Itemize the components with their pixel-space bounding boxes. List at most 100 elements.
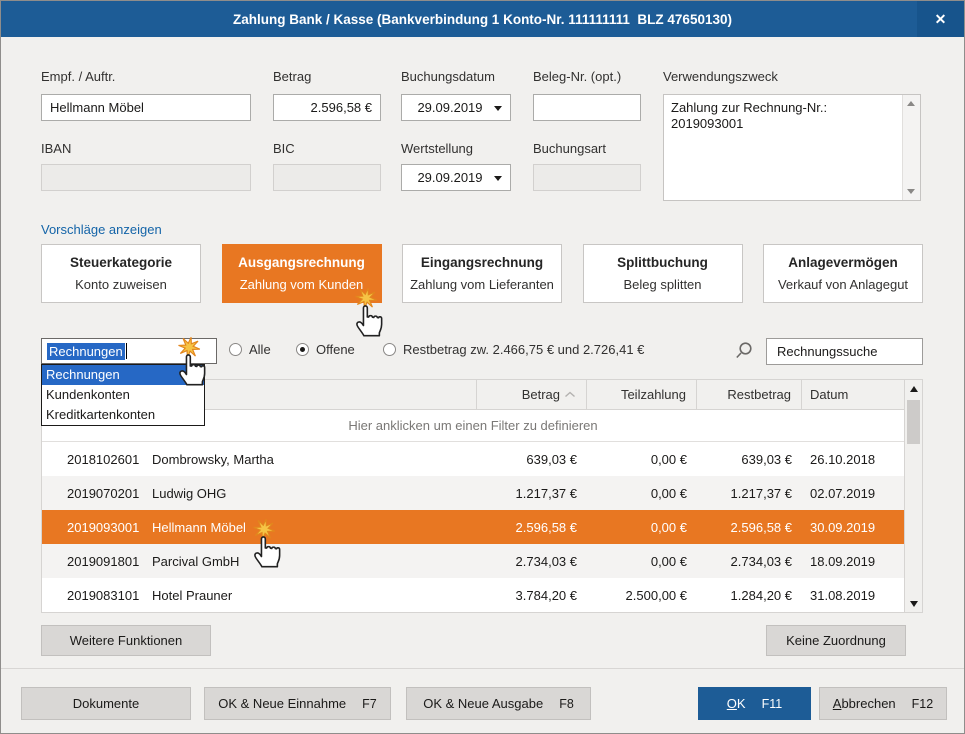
ok-label: OK xyxy=(726,696,746,711)
bic-input xyxy=(273,164,381,191)
dokumente-label: Dokumente xyxy=(72,696,140,711)
wertstellung-dropdown-icon[interactable] xyxy=(494,176,502,181)
cell-teilzahlung: 0,00 € xyxy=(650,451,687,467)
ok-neue-ausgabe-key: F8 xyxy=(559,696,574,711)
wertstellung-value: 29.09.2019 xyxy=(417,170,483,185)
empf-input[interactable]: Hellmann Möbel xyxy=(41,94,251,121)
ausgangsrechnung-button[interactable]: Ausgangsrechnung Zahlung vom Kunden xyxy=(221,244,382,303)
eingangsrechnung-button[interactable]: Eingangsrechnung Zahlung vom Lieferanten xyxy=(402,244,562,303)
cell-datum: 31.08.2019 xyxy=(810,587,876,603)
category-subtitle: Beleg splitten xyxy=(623,277,702,292)
cell-teilzahlung: 0,00 € xyxy=(650,485,687,501)
wertstellung-label: Wertstellung xyxy=(401,141,474,156)
cell-name: Hotel Prauner xyxy=(152,587,233,603)
combobox-selected-text: Rechnungen xyxy=(47,342,125,360)
scroll-down-icon xyxy=(909,600,918,607)
dropdown-option-rechnungen[interactable]: Rechnungen xyxy=(42,365,204,385)
radio-offene[interactable]: Offene xyxy=(296,342,355,357)
table-row[interactable]: 2019083101 Hotel Prauner 3.784,20 € 2.50… xyxy=(42,578,904,612)
cell-nr: 2019091801 xyxy=(67,553,140,569)
abbrechen-button[interactable]: Abbrechen F12 xyxy=(819,687,947,720)
cell-datum: 18.09.2019 xyxy=(810,553,876,569)
footer-divider xyxy=(1,668,964,669)
rechnungssuche-input[interactable]: Rechnungssuche xyxy=(766,338,923,365)
ok-neue-einnahme-key: F7 xyxy=(362,696,377,711)
scroll-down-button[interactable] xyxy=(905,595,922,612)
scrollbar-thumb[interactable] xyxy=(907,400,920,444)
buchungsdatum-dropdown-icon[interactable] xyxy=(494,106,502,111)
betrag-value: 2.596,58 € xyxy=(310,100,372,115)
cell-betrag: 1.217,37 € xyxy=(515,485,577,501)
verwendungszweck-scrollbar[interactable] xyxy=(902,95,920,200)
column-header-teilzahlung[interactable]: Teilzahlung xyxy=(587,380,697,409)
payment-dialog: Zahlung Bank / Kasse (Bankverbindung 1 K… xyxy=(0,0,965,734)
cell-teilzahlung: 2.500,00 € xyxy=(625,587,687,603)
column-header-datum-label: Datum xyxy=(810,387,849,402)
ok-button[interactable]: OK F11 xyxy=(698,687,811,720)
scroll-up-icon[interactable] xyxy=(907,101,915,106)
splittbuchung-button[interactable]: Splittbuchung Beleg splitten xyxy=(582,244,743,303)
cell-betrag: 2.734,03 € xyxy=(515,553,577,569)
betrag-label: Betrag xyxy=(273,69,312,84)
dropdown-option-kreditkartenkonten[interactable]: Kreditkartenkonten xyxy=(42,405,204,425)
rechnungssuche-value: Rechnungssuche xyxy=(777,344,878,359)
column-header-datum[interactable]: Datum xyxy=(802,380,904,409)
category-title: Eingangsrechnung xyxy=(420,255,544,270)
table-row-selected[interactable]: 2019093001 Hellmann Möbel 2.596,58 € 0,0… xyxy=(42,510,904,544)
anlagevermoegen-button[interactable]: Anlagevermögen Verkauf von Anlagegut xyxy=(763,244,923,303)
table-scrollbar[interactable] xyxy=(904,380,922,612)
cell-restbetrag: 1.217,37 € xyxy=(730,485,792,501)
buchungsdatum-input[interactable]: 29.09.2019 xyxy=(401,94,511,121)
ok-neue-ausgabe-button[interactable]: OK & Neue Ausgabe F8 xyxy=(406,687,591,720)
scroll-up-button[interactable] xyxy=(905,380,922,397)
close-icon: ✕ xyxy=(934,10,947,27)
table-row[interactable]: 2019070201 Ludwig OHG 1.217,37 € 0,00 € … xyxy=(42,476,904,510)
column-header-restbetrag[interactable]: Restbetrag xyxy=(697,380,802,409)
radio-circle[interactable] xyxy=(229,343,242,356)
column-header-teilzahlung-label: Teilzahlung xyxy=(620,387,686,402)
radio-circle-checked[interactable] xyxy=(296,343,309,356)
cell-name: Ludwig OHG xyxy=(152,485,227,501)
vorschlaege-anzeigen-link[interactable]: Vorschläge anzeigen xyxy=(41,222,162,237)
verwendungszweck-textarea[interactable]: Zahlung zur Rechnung-Nr.: 2019093001 xyxy=(663,94,921,201)
ok-neue-einnahme-button[interactable]: OK & Neue Einnahme F7 xyxy=(204,687,391,720)
column-header-restbetrag-label: Restbetrag xyxy=(727,387,791,402)
dropdown-option-kundenkonten[interactable]: Kundenkonten xyxy=(42,385,204,405)
abbrechen-label: Abbrechen xyxy=(832,696,896,711)
cell-restbetrag: 639,03 € xyxy=(741,451,792,467)
cell-teilzahlung: 0,00 € xyxy=(650,553,687,569)
filter-hint-text: Hier anklicken um einen Filter zu defini… xyxy=(348,418,598,433)
close-button[interactable]: ✕ xyxy=(917,1,964,37)
cell-restbetrag: 2.596,58 € xyxy=(730,519,792,535)
iban-input xyxy=(41,164,251,191)
category-title: Ausgangsrechnung xyxy=(238,255,365,270)
text-caret xyxy=(125,343,127,359)
keine-zuordnung-button[interactable]: Keine Zuordnung xyxy=(766,625,906,656)
category-subtitle: Zahlung vom Kunden xyxy=(239,277,364,292)
wertstellung-input[interactable]: 29.09.2019 xyxy=(401,164,511,191)
list-type-combobox[interactable]: Rechnungen xyxy=(41,338,217,364)
betrag-input[interactable]: 2.596,58 € xyxy=(273,94,381,121)
cell-restbetrag: 2.734,03 € xyxy=(730,553,792,569)
table-row[interactable]: 2018102601 Dombrowsky, Martha 639,03 € 0… xyxy=(42,442,904,476)
radio-restbetrag[interactable]: Restbetrag zw. 2.466,75 € und 2.726,41 € xyxy=(383,342,644,357)
buchungsdatum-value: 29.09.2019 xyxy=(417,100,483,115)
search-icon xyxy=(736,342,752,359)
ok-neue-einnahme-label: OK & Neue Einnahme xyxy=(218,696,347,711)
steuerkategorie-button[interactable]: Steuerkategorie Konto zuweisen xyxy=(41,244,201,303)
empf-label: Empf. / Auftr. xyxy=(41,69,116,84)
dialog-title: Zahlung Bank / Kasse (Bankverbindung 1 K… xyxy=(233,11,732,27)
table-row[interactable]: 2019091801 Parcival GmbH 2.734,03 € 0,00… xyxy=(42,544,904,578)
radio-circle[interactable] xyxy=(383,343,396,356)
weitere-funktionen-button[interactable]: Weitere Funktionen xyxy=(41,625,211,656)
beleg-input[interactable] xyxy=(533,94,641,121)
radio-alle[interactable]: Alle xyxy=(229,342,271,357)
dokumente-button[interactable]: Dokumente xyxy=(21,687,191,720)
buchungsart-label: Buchungsart xyxy=(533,141,606,156)
scroll-down-icon[interactable] xyxy=(907,189,915,194)
column-header-betrag[interactable]: Betrag xyxy=(477,380,587,409)
radio-restbetrag-label: Restbetrag zw. 2.466,75 € und 2.726,41 € xyxy=(403,342,645,357)
keine-zuordnung-label: Keine Zuordnung xyxy=(786,633,886,648)
category-title: Splittbuchung xyxy=(617,255,708,270)
sort-ascending-icon xyxy=(565,391,575,398)
